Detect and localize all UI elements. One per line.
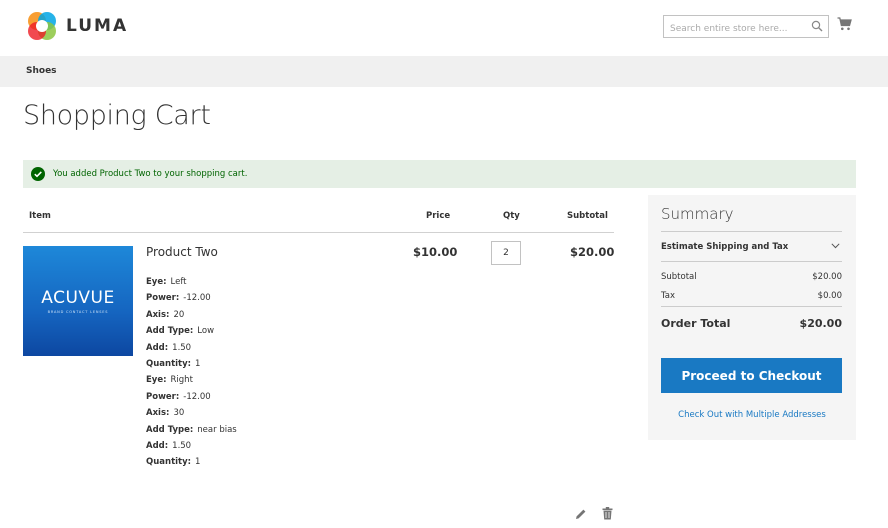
navigation-bar: Shoes <box>0 56 888 87</box>
product-name-link[interactable]: Product Two <box>146 245 218 259</box>
divider <box>661 261 842 262</box>
order-total-value: $20.00 <box>799 317 842 330</box>
product-option-row: Add Type: Low <box>146 323 237 339</box>
summary-tax-label: Tax <box>661 291 676 301</box>
search-input[interactable] <box>664 18 804 40</box>
product-option-value: 20 <box>173 309 185 320</box>
proceed-to-checkout-button[interactable]: Proceed to Checkout <box>661 358 842 393</box>
product-option-value: 1 <box>195 358 201 369</box>
product-option-value: near bias <box>197 424 237 435</box>
product-option-label: Add Type: <box>146 326 194 337</box>
product-option-label: Eye: <box>146 375 167 386</box>
product-price: $10.00 <box>413 245 458 259</box>
success-message: You added Product Two to your shopping c… <box>23 160 856 188</box>
divider <box>661 306 842 307</box>
product-option-label: Eye: <box>146 277 167 287</box>
product-option-row: Power: -12.00 <box>146 389 237 405</box>
product-option-value: Right <box>170 375 193 386</box>
cart-icon[interactable] <box>837 17 852 31</box>
product-option-value: 30 <box>173 408 185 419</box>
column-header-subtotal: Subtotal <box>567 211 608 221</box>
column-header-price: Price <box>426 211 451 221</box>
pencil-icon[interactable] <box>575 508 587 520</box>
success-message-text: You added Product Two to your shopping c… <box>53 169 248 179</box>
search-box <box>663 15 829 40</box>
summary-title: Summary <box>661 205 734 223</box>
nav-item-shoes[interactable]: Shoes <box>26 66 57 76</box>
quantity-input[interactable] <box>491 241 521 265</box>
product-image[interactable]: ACUVUE BRAND CONTACT LENSES <box>23 246 133 356</box>
product-option-value: Low <box>197 326 215 337</box>
product-option-label: Add: <box>146 342 169 353</box>
product-option-label: Power: <box>146 293 180 304</box>
check-circle-icon <box>31 167 45 181</box>
product-option-row: Add Type: near bias <box>146 422 237 438</box>
product-option-row: Quantity: 1 <box>146 356 237 372</box>
chevron-down-icon[interactable] <box>831 243 840 249</box>
order-total-label: Order Total <box>661 317 731 330</box>
product-subtotal: $20.00 <box>570 245 615 259</box>
product-option-row: Add: 1.50 <box>146 340 237 356</box>
product-option-row: Axis: 20 <box>146 307 237 323</box>
product-option-label: Add Type: <box>146 424 194 435</box>
product-image-subtitle: BRAND CONTACT LENSES <box>47 310 109 314</box>
summary-subtotal-label: Subtotal <box>661 272 697 282</box>
product-option-value: 1.50 <box>172 440 192 451</box>
store-logo[interactable]: LUMA <box>27 11 128 41</box>
product-option-row: Power: -12.00 <box>146 290 237 306</box>
product-option-label: Quantity: <box>146 358 192 369</box>
multiple-addresses-link[interactable]: Check Out with Multiple Addresses <box>648 410 856 420</box>
trash-icon[interactable] <box>602 507 613 520</box>
product-option-row: Eye: Left <box>146 274 237 290</box>
column-header-qty: Qty <box>503 211 520 221</box>
product-option-label: Quantity: <box>146 457 192 468</box>
product-option-value: 1.50 <box>172 342 192 353</box>
column-header-item: Item <box>29 211 51 221</box>
product-option-value: -12.00 <box>183 293 211 304</box>
product-option-label: Axis: <box>146 408 170 419</box>
product-option-row: Add: 1.50 <box>146 438 237 454</box>
product-option-label: Axis: <box>146 309 170 320</box>
search-icon[interactable] <box>811 20 823 32</box>
estimate-shipping-toggle[interactable]: Estimate Shipping and Tax <box>661 242 788 252</box>
page-title: Shopping Cart <box>23 100 211 131</box>
logo-text: LUMA <box>66 16 129 36</box>
order-summary: Summary Estimate Shipping and Tax Subtot… <box>648 195 856 440</box>
cart-table-header: Item Price Qty Subtotal <box>23 205 614 233</box>
product-option-label: Power: <box>146 391 180 402</box>
product-option-value: -12.00 <box>183 391 211 402</box>
product-options: Eye: Left Power: -12.00 Axis: 20 Add Type: Low A… <box>146 274 237 471</box>
product-option-label: Add: <box>146 440 169 451</box>
divider <box>661 231 842 232</box>
product-option-row: Quantity: 1 <box>146 454 237 470</box>
product-image-brand: ACUVUE <box>41 288 115 308</box>
product-option-value: Left <box>170 277 187 287</box>
summary-subtotal-value: $20.00 <box>812 272 842 282</box>
luma-logo-icon <box>28 12 56 40</box>
summary-tax-value: $0.00 <box>817 291 842 301</box>
product-option-row: Axis: 30 <box>146 405 237 421</box>
page-header: LUMA <box>0 0 888 56</box>
product-option-row: Eye: Right <box>146 372 237 388</box>
product-option-value: 1 <box>195 457 201 468</box>
